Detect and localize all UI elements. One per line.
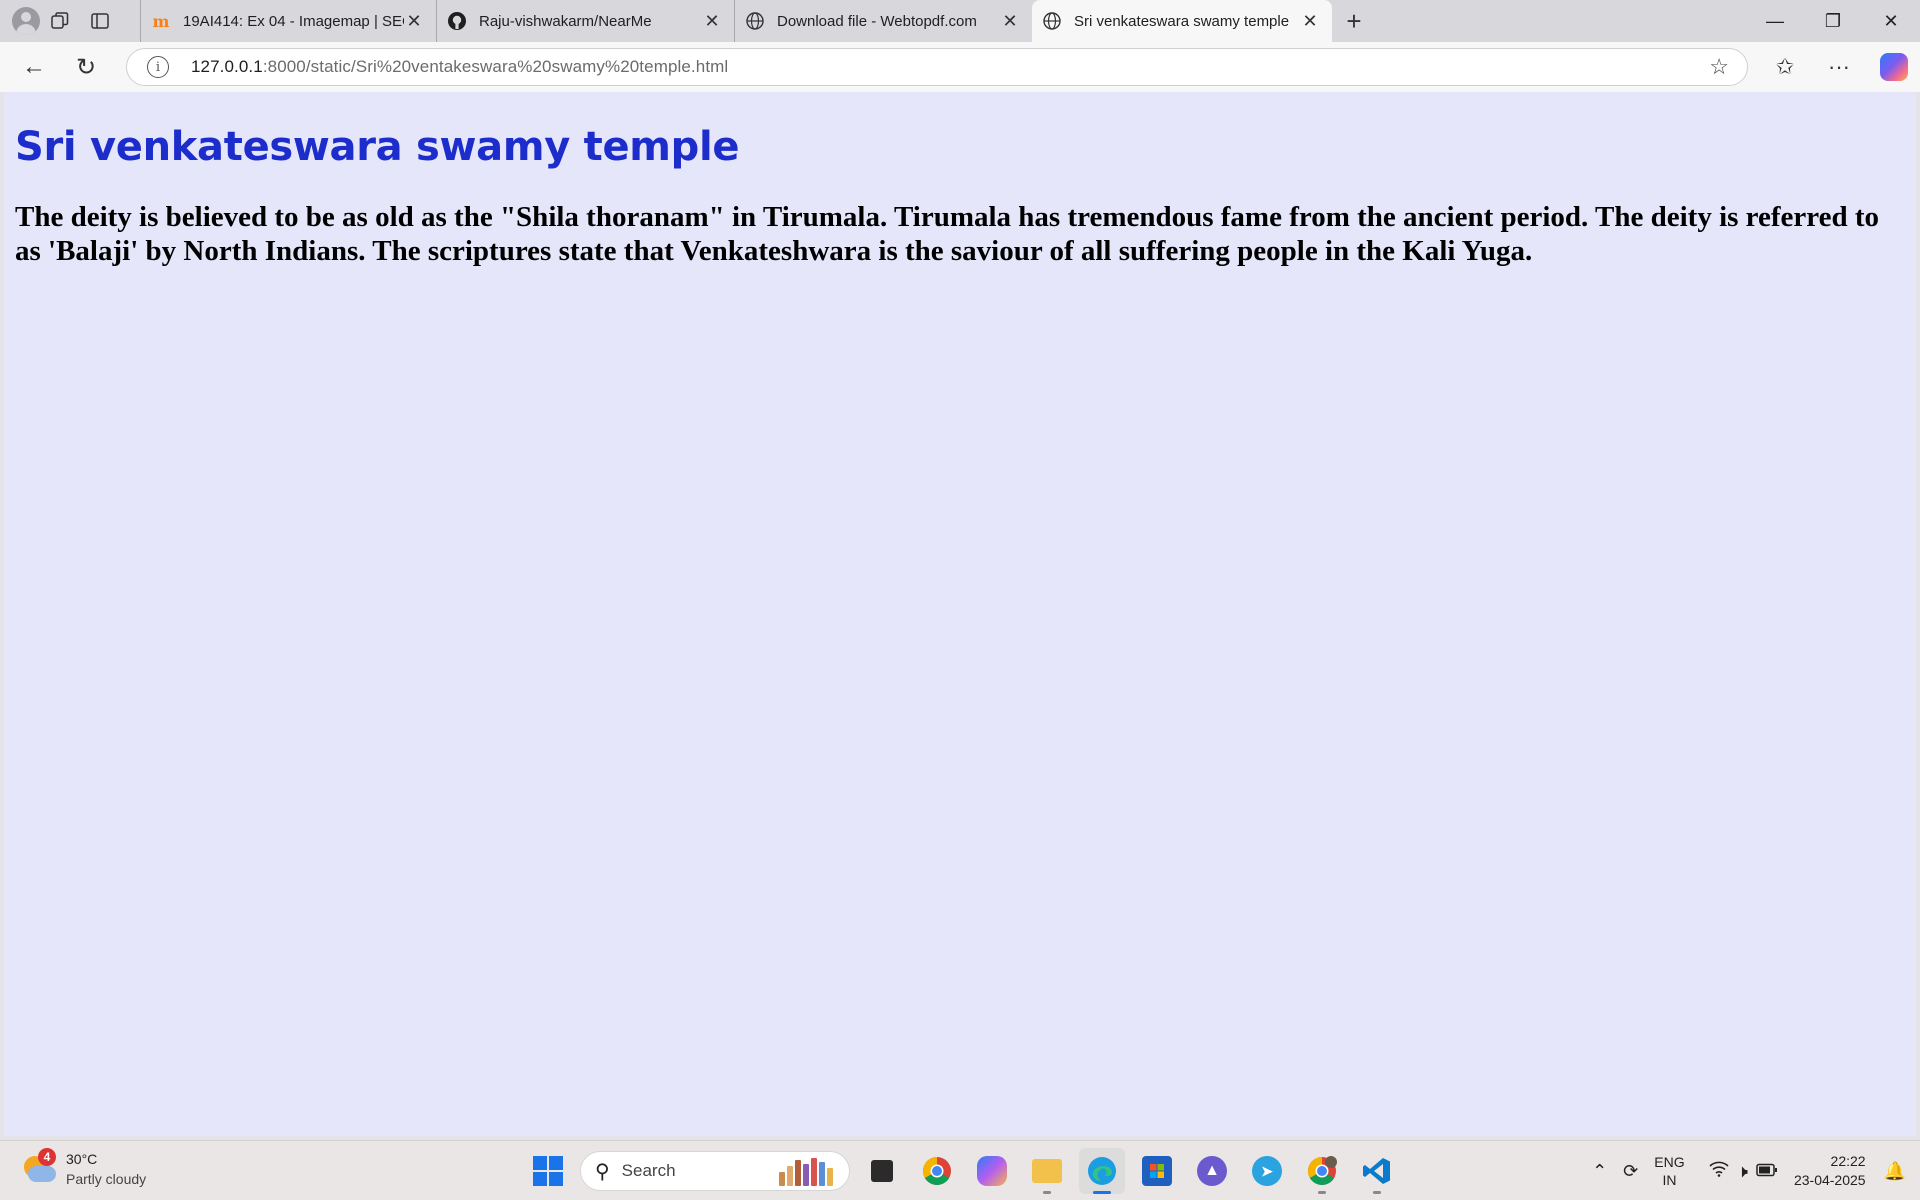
close-tab-icon[interactable]: ✕ xyxy=(702,11,722,32)
copilot-icon[interactable] xyxy=(1880,53,1908,81)
url-text[interactable]: 127.0.0.1:8000/static/Sri%20ventakeswara… xyxy=(191,57,728,77)
battery-icon[interactable] xyxy=(1756,1161,1778,1182)
url-host: 127.0.0.1 xyxy=(191,57,263,76)
chrome-profile-icon xyxy=(1308,1156,1337,1185)
store-app[interactable] xyxy=(1134,1148,1180,1194)
page-heading: Sri venkateswara swamy temple xyxy=(15,124,740,170)
back-arrow-icon: ← xyxy=(22,53,46,80)
tab-webtopdf[interactable]: Download file - Webtopdf.com ✕ xyxy=(734,0,1032,42)
tab-title: Download file - Webtopdf.com xyxy=(777,12,977,30)
profile-button[interactable] xyxy=(0,0,40,42)
close-tab-icon[interactable]: ✕ xyxy=(1300,11,1320,32)
telegram-app[interactable]: ➤ xyxy=(1244,1148,1290,1194)
close-tab-icon[interactable]: ✕ xyxy=(404,11,424,32)
settings-more-button[interactable]: ··· xyxy=(1812,42,1866,92)
url-path: :8000/static/Sri%20ventakeswara%20swamy%… xyxy=(262,57,729,76)
search-highlight-icon xyxy=(779,1158,841,1186)
globe-icon xyxy=(745,11,765,31)
tab-title: Sri venkateswara swamy temple xyxy=(1074,12,1290,30)
sync-icon[interactable]: ⟳ xyxy=(1623,1161,1638,1182)
address-bar[interactable]: i 127.0.0.1:8000/static/Sri%20ventakeswa… xyxy=(126,48,1748,86)
page-viewport: Sri venkateswara swamy temple The deity … xyxy=(4,92,1916,1136)
close-icon: ✕ xyxy=(1883,10,1899,31)
vscode-app[interactable] xyxy=(1354,1148,1400,1194)
task-view-button[interactable] xyxy=(859,1148,905,1194)
copilot-app[interactable] xyxy=(969,1148,1015,1194)
store-icon xyxy=(1142,1156,1172,1186)
chrome-icon xyxy=(923,1157,951,1185)
favorites-icon: ✩ xyxy=(1775,54,1795,79)
copilot-app-icon xyxy=(977,1156,1007,1186)
more-dots-icon: ··· xyxy=(1828,54,1850,79)
close-tab-icon[interactable]: ✕ xyxy=(1000,11,1020,32)
chrome-profile-app[interactable] xyxy=(1299,1148,1345,1194)
tab-strip: m 19AI414: Ex 04 - Imagemap | SEC ✕ Raju… xyxy=(0,0,1920,42)
workspaces-icon xyxy=(51,12,69,29)
vertical-tabs-button[interactable] xyxy=(80,0,120,42)
file-explorer-app[interactable] xyxy=(1024,1148,1070,1194)
minimize-button[interactable]: — xyxy=(1746,0,1804,42)
wifi-icon[interactable] xyxy=(1709,1161,1729,1182)
favorite-star-icon[interactable]: ☆ xyxy=(1709,54,1729,80)
site-info-icon[interactable]: i xyxy=(147,56,169,78)
language-indicator[interactable]: ENG IN xyxy=(1654,1153,1684,1189)
language-code: ENG xyxy=(1654,1154,1685,1170)
clock-time: 22:22 xyxy=(1830,1153,1866,1169)
page-paragraph: The deity is believed to be as old as th… xyxy=(15,201,1880,267)
windows-logo-icon xyxy=(533,1156,547,1170)
weather-widget[interactable]: 4 30°C Partly cloudy xyxy=(22,1148,147,1189)
vpn-triangle-icon: ▲ xyxy=(1197,1156,1227,1186)
task-view-icon xyxy=(871,1160,893,1182)
language-region: IN xyxy=(1662,1172,1677,1188)
folder-icon xyxy=(1032,1159,1062,1183)
refresh-button[interactable]: ↻ xyxy=(60,42,112,92)
refresh-icon: ↻ xyxy=(75,53,97,81)
new-tab-button[interactable]: + xyxy=(1332,0,1376,42)
tab-title: 19AI414: Ex 04 - Imagemap | SEC xyxy=(183,12,404,30)
github-icon xyxy=(447,11,467,31)
moodle-icon: m xyxy=(152,11,170,31)
search-icon: ⚲ xyxy=(595,1160,610,1183)
chrome-app[interactable] xyxy=(914,1148,960,1194)
taskbar-search[interactable]: ⚲ Search xyxy=(580,1151,850,1191)
restore-button[interactable]: ❐ xyxy=(1804,0,1862,42)
system-tray: ⌃ ⟳ ENG IN 🕨 22:22 23-04-2025 🔔 xyxy=(1592,1141,1920,1200)
close-window-button[interactable]: ✕ xyxy=(1862,0,1920,42)
navigation-bar: ← ↻ i 127.0.0.1:8000/static/Sri%20ventak… xyxy=(0,42,1920,92)
workspaces-button[interactable] xyxy=(40,0,80,42)
notification-badge: 4 xyxy=(38,1148,56,1166)
tab-imagemap[interactable]: m 19AI414: Ex 04 - Imagemap | SEC ✕ xyxy=(140,0,436,42)
tab-github[interactable]: Raju-vishwakarm/NearMe ✕ xyxy=(436,0,734,42)
window-controls: — ❐ ✕ xyxy=(1746,0,1920,42)
show-hidden-icons-chevron-icon[interactable]: ⌃ xyxy=(1592,1161,1607,1182)
restore-icon: ❐ xyxy=(1824,10,1842,31)
notification-bell-icon[interactable]: 🔔 xyxy=(1884,1161,1906,1182)
tab-actions-icon xyxy=(91,13,109,29)
weather-condition: Partly cloudy xyxy=(66,1171,147,1187)
minimize-icon: — xyxy=(1766,10,1784,31)
vscode-icon xyxy=(1363,1158,1390,1184)
search-placeholder: Search xyxy=(621,1161,676,1180)
clock[interactable]: 22:22 23-04-2025 xyxy=(1794,1152,1866,1190)
weather-temperature: 30°C xyxy=(66,1151,98,1167)
back-button[interactable]: ← xyxy=(8,42,60,92)
edge-app[interactable] xyxy=(1079,1148,1125,1194)
taskbar: 4 30°C Partly cloudy ⚲ Search ▲ ➤ ⌃ ⟳ EN… xyxy=(0,1140,1920,1200)
favorites-button[interactable]: ✩ xyxy=(1758,42,1812,92)
clock-date: 23-04-2025 xyxy=(1793,1172,1866,1188)
globe-icon xyxy=(1042,11,1062,31)
vpn-app[interactable]: ▲ xyxy=(1189,1148,1235,1194)
plus-icon: + xyxy=(1346,5,1362,36)
tab-title: Raju-vishwakarm/NearMe xyxy=(479,12,652,30)
telegram-icon: ➤ xyxy=(1252,1156,1282,1186)
partly-cloudy-icon: 4 xyxy=(22,1148,56,1186)
tab-temple-active[interactable]: Sri venkateswara swamy temple ✕ xyxy=(1032,0,1332,42)
start-button[interactable] xyxy=(526,1149,570,1193)
profile-avatar-icon xyxy=(12,7,40,35)
volume-muted-icon[interactable]: 🕨 xyxy=(1737,1161,1748,1182)
edge-icon xyxy=(1088,1157,1116,1185)
